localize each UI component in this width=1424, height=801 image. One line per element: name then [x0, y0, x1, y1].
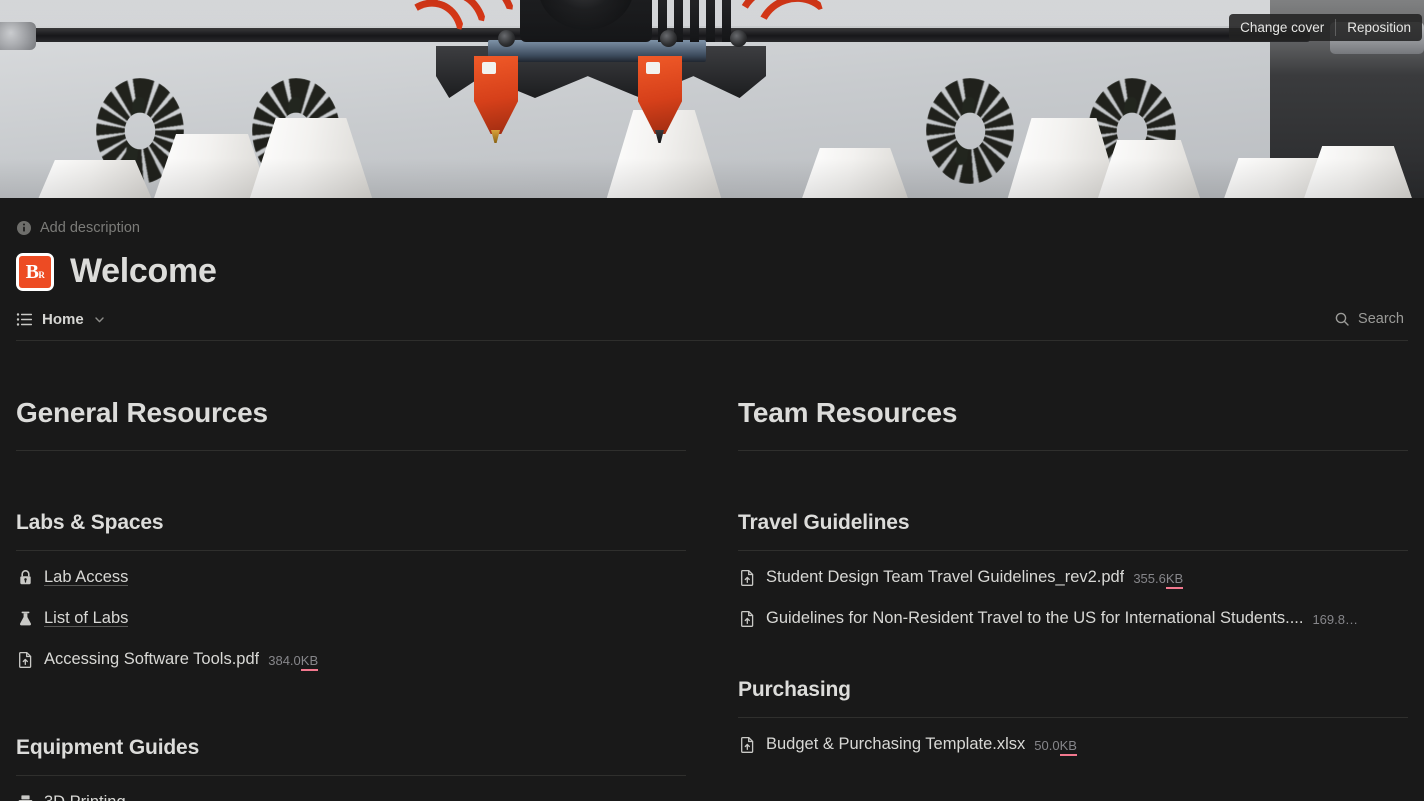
file-upload-icon — [738, 609, 757, 628]
list-item-label: Lab Access — [44, 567, 129, 586]
page-icon-letter: B — [25, 260, 39, 283]
view-tab-label: Home — [42, 310, 84, 328]
section-items-travel-guidelines: Student Design Team Travel Guidelines_re… — [738, 560, 1408, 635]
page-title: Welcome — [70, 252, 217, 290]
view-bar: Home Search — [16, 309, 1408, 341]
section-title-purchasing: Purchasing — [738, 678, 1408, 718]
content-columns: General Resources Labs & Spaces Lab Acce… — [16, 397, 1408, 801]
chevron-down-icon — [93, 313, 106, 326]
list-item[interactable]: Accessing Software Tools.pdf 384.0KB — [16, 642, 686, 676]
list-icon — [16, 311, 33, 328]
list-item-label: 3D Printing — [44, 793, 126, 801]
file-size: 384.0KB — [268, 652, 319, 671]
list-item-label: List of Labs — [44, 608, 129, 627]
list-item-label: Student Design Team Travel Guidelines_re… — [766, 567, 1125, 586]
page-title-row: BR Welcome — [16, 252, 1408, 291]
list-item[interactable]: Student Design Team Travel Guidelines_re… — [738, 560, 1408, 594]
file-size: 169.8… — [1312, 611, 1358, 627]
search-label: Search — [1358, 311, 1404, 327]
cover-actions: Change cover Reposition — [1229, 14, 1422, 41]
file-size: 50.0KB — [1034, 737, 1077, 756]
printer-icon — [16, 793, 35, 801]
cover-image — [0, 0, 1424, 198]
list-item[interactable]: Lab Access — [16, 560, 686, 594]
page-icon[interactable]: BR — [16, 252, 54, 291]
list-item-label: Accessing Software Tools.pdf — [44, 649, 260, 668]
extruder-head — [395, 0, 834, 143]
list-item[interactable]: 3D Printing — [16, 785, 686, 801]
add-description-button[interactable]: Add description — [16, 217, 140, 239]
change-cover-button[interactable]: Change cover — [1229, 14, 1335, 41]
column-general-resources: General Resources Labs & Spaces Lab Acce… — [16, 397, 686, 801]
section-title-equipment-guides: Equipment Guides — [16, 736, 686, 776]
list-item-label: Budget & Purchasing Template.xlsx — [766, 734, 1026, 753]
search-button[interactable]: Search — [1330, 309, 1408, 329]
file-upload-icon — [738, 735, 757, 754]
list-item[interactable]: List of Labs — [16, 601, 686, 635]
section-items-equipment-guides: 3D Printing — [16, 785, 686, 801]
search-icon — [1334, 311, 1350, 327]
file-size: 355.6KB — [1133, 570, 1184, 589]
column-title: General Resources — [16, 397, 686, 451]
reposition-button[interactable]: Reposition — [1336, 14, 1422, 41]
list-item[interactable]: Budget & Purchasing Template.xlsx 50.0KB — [738, 727, 1408, 761]
section-items-labs-spaces: Lab Access List of Labs Accessing Softwa… — [16, 560, 686, 676]
column-title: Team Resources — [738, 397, 1408, 451]
lock-icon — [16, 568, 35, 587]
cover-banner: Change cover Reposition — [0, 0, 1424, 198]
page-icon-subletter: R — [38, 269, 45, 280]
list-item-label: Guidelines for Non-Resident Travel to th… — [766, 608, 1304, 627]
page-body: Add description BR Welcome Home Search G… — [0, 217, 1424, 801]
section-title-travel-guidelines: Travel Guidelines — [738, 511, 1408, 551]
info-icon — [16, 220, 32, 236]
file-upload-icon — [738, 568, 757, 587]
add-description-label: Add description — [40, 220, 140, 236]
section-title-labs-spaces: Labs & Spaces — [16, 511, 686, 551]
view-tab-home[interactable]: Home — [16, 311, 106, 328]
flask-icon — [16, 609, 35, 628]
file-upload-icon — [16, 650, 35, 669]
section-items-purchasing: Budget & Purchasing Template.xlsx 50.0KB — [738, 727, 1408, 761]
list-item[interactable]: Guidelines for Non-Resident Travel to th… — [738, 601, 1408, 635]
column-team-resources: Team Resources Travel Guidelines Student… — [738, 397, 1408, 801]
